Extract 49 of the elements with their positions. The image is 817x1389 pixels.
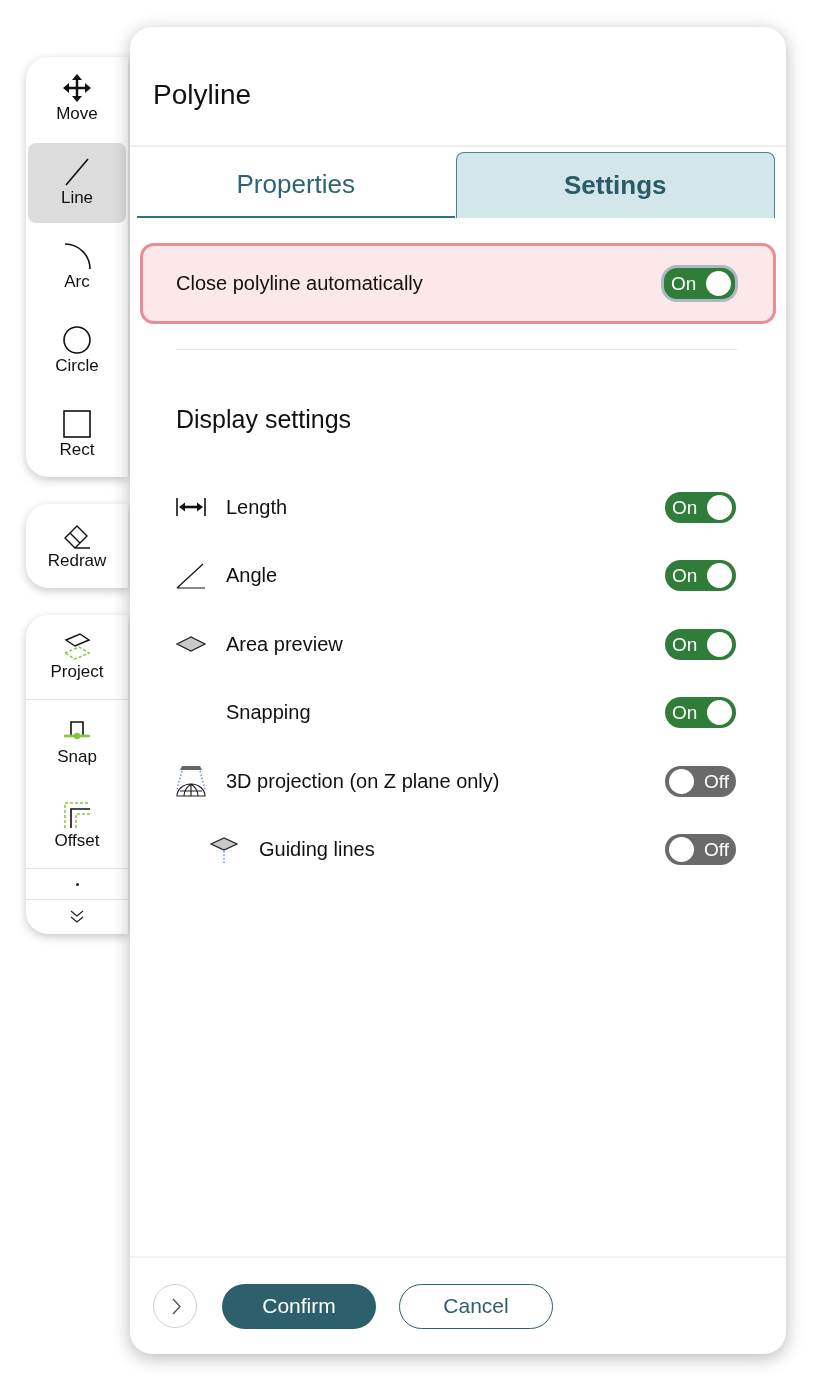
tool-button[interactable]: Redraw: [28, 506, 126, 586]
toggle-switch[interactable]: On: [665, 697, 736, 729]
tool-button[interactable]: Rect: [28, 395, 126, 475]
toggle-switch[interactable]: Off: [665, 834, 736, 866]
toggle-switch[interactable]: Off: [665, 765, 736, 797]
tool-button[interactable]: Offset: [28, 786, 126, 866]
toggle-knob: [707, 563, 732, 589]
toggle-knob: [669, 837, 694, 863]
section-title: Display settings: [175, 404, 353, 435]
tool-button[interactable]: Snap: [28, 702, 126, 782]
setting-label: Angle: [226, 564, 279, 588]
tool-button[interactable]: Move: [28, 59, 126, 139]
tool-button[interactable]: Line: [28, 143, 126, 223]
circle-icon: [63, 326, 91, 354]
setting-label: Snapping: [226, 701, 312, 725]
setting-label: Area preview: [226, 632, 344, 656]
angle-icon: [176, 562, 206, 589]
toggle-knob: [707, 494, 732, 520]
toggle-knob: [669, 768, 694, 794]
toggle-knob: [707, 700, 732, 726]
layers-icon: [63, 632, 91, 660]
setting-label: 3D projection (on Z plane only): [226, 769, 501, 793]
toggle-knob: [706, 271, 731, 296]
double-chevron-down-icon: [70, 910, 84, 924]
chevron-right-icon: [171, 1297, 181, 1315]
tool-button[interactable]: Arc: [28, 227, 126, 307]
dot-icon: [75, 882, 79, 886]
confirm-button[interactable]: Confirm: [222, 1283, 376, 1329]
offset-icon: [63, 801, 91, 829]
tab[interactable]: Settings: [455, 152, 775, 218]
setting-label: Length: [226, 495, 289, 519]
setting-label: Guiding lines: [259, 838, 376, 862]
next-button[interactable]: [153, 1284, 197, 1328]
square-icon: [63, 410, 91, 438]
toggle-switch[interactable]: On: [665, 560, 736, 592]
toggle-switch[interactable]: On: [665, 491, 736, 523]
toggle-knob: [707, 631, 732, 657]
setting-label: Close polyline automatically: [176, 272, 423, 295]
panel-title: Polyline: [153, 78, 253, 112]
diamond-icon: [176, 635, 206, 654]
move-icon: [63, 74, 91, 102]
line-icon: [63, 158, 91, 186]
projection-icon: [176, 765, 206, 798]
tool-button[interactable]: Project: [28, 617, 126, 697]
toggle-switch[interactable]: On: [661, 265, 738, 302]
arc-icon: [63, 242, 91, 270]
cancel-button[interactable]: Cancel: [399, 1283, 553, 1329]
tool-button[interactable]: Circle: [28, 311, 126, 391]
toggle-switch[interactable]: On: [665, 628, 736, 660]
